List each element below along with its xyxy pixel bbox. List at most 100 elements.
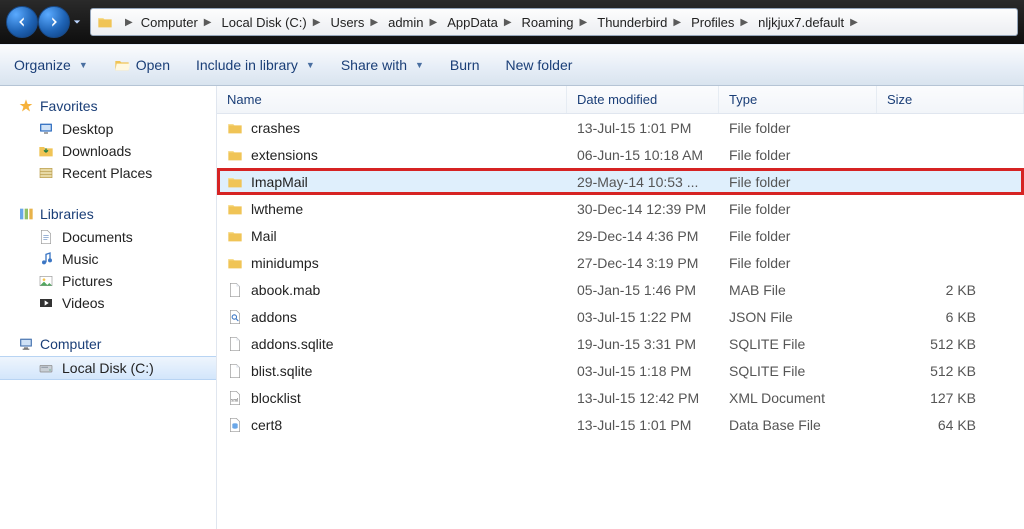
- breadcrumb-segment[interactable]: Profiles▶: [683, 9, 750, 35]
- history-dropdown[interactable]: [70, 6, 84, 38]
- breadcrumb-segment[interactable]: Computer▶: [133, 9, 214, 35]
- xml-icon: [227, 390, 243, 406]
- breadcrumb-text: admin: [388, 15, 423, 30]
- sidebar-item-favorite[interactable]: Downloads: [0, 140, 216, 162]
- breadcrumb-segment[interactable]: Thunderbird ▶: [589, 9, 683, 35]
- breadcrumb-segment[interactable]: Users▶: [322, 9, 380, 35]
- sidebar-item-library[interactable]: Videos: [0, 292, 216, 314]
- file-type: File folder: [719, 147, 877, 163]
- sidebar-item-label: Recent Places: [62, 165, 152, 181]
- sidebar-item-drive[interactable]: Local Disk (C:): [0, 356, 216, 380]
- sidebar-item-favorite[interactable]: Recent Places: [0, 162, 216, 184]
- file-type: File folder: [719, 174, 877, 190]
- file-name: blist.sqlite: [251, 363, 312, 379]
- chevron-right-icon: ▶: [580, 17, 588, 28]
- file-row[interactable]: Mail29-Dec-14 4:36 PMFile folder: [217, 222, 1024, 249]
- open-label: Open: [136, 57, 170, 73]
- breadcrumb-segment[interactable]: AppData▶: [439, 9, 513, 35]
- sidebar-item-label: Downloads: [62, 143, 131, 159]
- file-date: 29-Dec-14 4:36 PM: [567, 228, 719, 244]
- computer-group[interactable]: Computer: [0, 332, 216, 356]
- breadcrumb-segment[interactable]: Local Disk (C:) ▶: [213, 9, 322, 35]
- file-date: 30-Dec-14 12:39 PM: [567, 201, 719, 217]
- sidebar-item-label: Documents: [62, 229, 133, 245]
- libraries-group[interactable]: Libraries: [0, 202, 216, 226]
- column-name[interactable]: Name: [217, 86, 567, 113]
- new-folder-button[interactable]: New folder: [502, 53, 577, 77]
- favorites-group[interactable]: Favorites: [0, 94, 216, 118]
- include-in-library-menu[interactable]: Include in library▼: [192, 53, 319, 77]
- file-rows: crashes13-Jul-15 1:01 PMFile folderexten…: [217, 114, 1024, 529]
- toolbar: Organize▼ Open Include in library▼ Share…: [0, 44, 1024, 86]
- back-icon: [15, 15, 29, 29]
- forward-button[interactable]: [38, 6, 70, 38]
- file-name: extensions: [251, 147, 318, 163]
- file-date: 13-Jul-15 1:01 PM: [567, 417, 719, 433]
- file-type: File folder: [719, 255, 877, 271]
- column-size[interactable]: Size: [877, 86, 1024, 113]
- file-date: 13-Jul-15 12:42 PM: [567, 390, 719, 406]
- open-button[interactable]: Open: [110, 53, 174, 77]
- sidebar-item-label: Music: [62, 251, 99, 267]
- file-name: lwtheme: [251, 201, 303, 217]
- breadcrumb-text: Users: [330, 15, 364, 30]
- breadcrumb-segment[interactable]: Roaming▶: [514, 9, 590, 35]
- chevron-right-icon: ▶: [673, 17, 681, 28]
- column-date[interactable]: Date modified: [567, 86, 719, 113]
- file-type: SQLITE File: [719, 363, 877, 379]
- libraries-label: Libraries: [40, 206, 94, 222]
- file-type: XML Document: [719, 390, 877, 406]
- file-row[interactable]: addons03-Jul-15 1:22 PMJSON File6 KB: [217, 303, 1024, 330]
- sidebar-item-library[interactable]: Pictures: [0, 270, 216, 292]
- downloads-icon: [38, 143, 54, 159]
- desktop-icon: [38, 121, 54, 137]
- file-row[interactable]: addons.sqlite19-Jun-15 3:31 PMSQLITE Fil…: [217, 330, 1024, 357]
- address-bar[interactable]: ▶ Computer▶Local Disk (C:)▶Users▶admin▶A…: [90, 8, 1018, 36]
- chevron-down-icon: ▼: [306, 60, 315, 70]
- chevron-down-icon: ▼: [79, 60, 88, 70]
- file-row[interactable]: ImapMail29-May-14 10:53 ...File folder: [217, 168, 1024, 195]
- sidebar-item-favorite[interactable]: Desktop: [0, 118, 216, 140]
- breadcrumb-text: Thunderbird: [597, 15, 667, 30]
- drive-icon: [38, 360, 54, 376]
- file-name: addons.sqlite: [251, 336, 334, 352]
- sidebar-item-library[interactable]: Documents: [0, 226, 216, 248]
- file-row[interactable]: blocklist13-Jul-15 12:42 PMXML Document1…: [217, 384, 1024, 411]
- file-icon: [227, 282, 243, 298]
- file-row[interactable]: abook.mab05-Jan-15 1:46 PMMAB File2 KB: [217, 276, 1024, 303]
- organize-menu[interactable]: Organize▼: [10, 53, 92, 77]
- breadcrumb-text: Local Disk (C:): [221, 15, 306, 30]
- breadcrumb-segment[interactable]: admin ▶: [380, 9, 439, 35]
- sidebar-item-label: Desktop: [62, 121, 113, 137]
- navigation-bar: ▶ Computer▶Local Disk (C:)▶Users▶admin▶A…: [0, 0, 1024, 44]
- file-icon: [227, 363, 243, 379]
- file-date: 03-Jul-15 1:18 PM: [567, 363, 719, 379]
- file-icon: [227, 336, 243, 352]
- file-row[interactable]: cert813-Jul-15 1:01 PMData Base File64 K…: [217, 411, 1024, 438]
- sidebar-item-library[interactable]: Music: [0, 248, 216, 270]
- file-row[interactable]: extensions06-Jun-15 10:18 AMFile folder: [217, 141, 1024, 168]
- share-with-menu[interactable]: Share with▼: [337, 53, 428, 77]
- burn-button[interactable]: Burn: [446, 53, 484, 77]
- chevron-right-icon: ▶: [430, 17, 438, 28]
- breadcrumb-segment[interactable]: nljkjux7.default▶: [750, 9, 860, 35]
- file-row[interactable]: lwtheme30-Dec-14 12:39 PMFile folder: [217, 195, 1024, 222]
- file-type: File folder: [719, 120, 877, 136]
- chevron-right-icon: ▶: [125, 17, 133, 28]
- column-type[interactable]: Type: [719, 86, 877, 113]
- breadcrumb-text: AppData: [447, 15, 498, 30]
- file-size: 512 KB: [877, 336, 1024, 352]
- file-row[interactable]: crashes13-Jul-15 1:01 PMFile folder: [217, 114, 1024, 141]
- chevron-right-icon: ▶: [313, 17, 321, 28]
- libraries-icon: [18, 206, 34, 222]
- search-icon: [227, 309, 243, 325]
- pictures-icon: [38, 273, 54, 289]
- file-row[interactable]: minidumps27-Dec-14 3:19 PMFile folder: [217, 249, 1024, 276]
- file-row[interactable]: blist.sqlite 03-Jul-15 1:18 PMSQLITE File…: [217, 357, 1024, 384]
- breadcrumb-text: nljkjux7.default: [758, 15, 844, 30]
- file-name: abook.mab: [251, 282, 320, 298]
- file-name: blocklist: [251, 390, 301, 406]
- file-name: minidumps: [251, 255, 319, 271]
- share-label: Share with: [341, 57, 407, 73]
- back-button[interactable]: [6, 6, 38, 38]
